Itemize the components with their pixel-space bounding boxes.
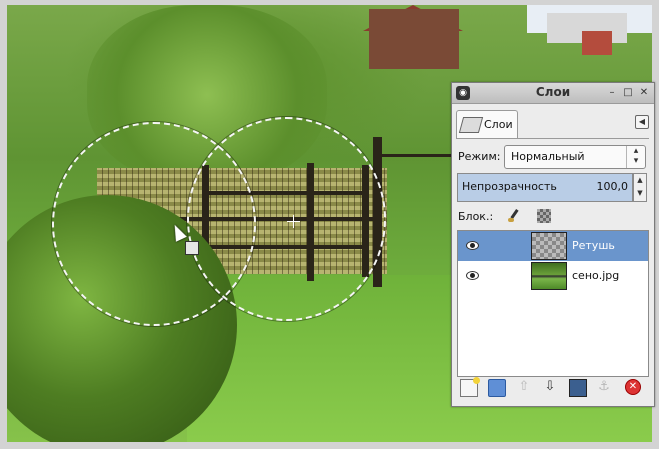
window-frame: ◉ Слои – □ ✕ Слои ◀ Режим: Нормальный ▴ ▾… [0,0,659,449]
layer-thumbnail [531,262,567,290]
layers-dialog: ◉ Слои – □ ✕ Слои ◀ Режим: Нормальный ▴ ▾… [451,82,655,407]
raise-layer-icon[interactable]: ⇧ [516,379,532,395]
updown-arrow-icon: ▴ ▾ [626,146,645,168]
crosshair-icon [287,215,300,228]
opacity-spinner[interactable]: ▲ ▼ [633,173,647,202]
lower-layer-icon[interactable]: ⇩ [542,379,558,395]
maximize-icon[interactable]: □ [622,86,634,99]
house [369,9,459,69]
minimize-icon[interactable]: – [606,86,618,99]
mode-select[interactable]: Нормальный ▴ ▾ [504,145,646,169]
layer-name: сено.jpg [572,269,620,282]
dialog-titlebar[interactable]: ◉ Слои – □ ✕ [452,83,654,104]
duplicate-layer-icon[interactable] [569,379,587,397]
new-layer-group-icon[interactable] [488,379,506,397]
opacity-value: 100,0 [596,180,629,193]
fence-rail [382,154,452,157]
tab-layers-label: Слои [484,118,513,131]
lock-label: Блок.: [458,210,494,223]
layer-thumbnail [531,232,567,260]
new-layer-icon[interactable] [460,377,480,397]
delete-layer-icon[interactable]: ✕ [625,379,641,395]
mode-label: Режим: [458,150,501,163]
lock-alpha-icon[interactable] [537,209,551,223]
eye-icon[interactable] [466,271,479,280]
tab-divider [456,138,649,139]
anchor-layer-icon[interactable]: ⚓ [596,379,612,395]
tab-menu-icon[interactable]: ◀ [635,115,649,129]
layers-list: Ретушь сено.jpg [457,230,649,377]
house-right-red [582,31,612,55]
lock-pixels-brush-icon[interactable] [507,209,521,223]
mode-value: Нормальный [511,150,585,163]
layers-icon [458,117,484,133]
layer-name: Ретушь [572,239,615,252]
eye-icon[interactable] [466,241,479,250]
close-icon[interactable]: ✕ [638,86,650,99]
opacity-slider[interactable]: Непрозрачность 100,0 [457,173,633,202]
opacity-label: Непрозрачность [462,180,557,193]
layer-row[interactable]: сено.jpg [458,261,648,291]
layer-row[interactable]: Ретушь [458,231,648,261]
clone-stamp-icon [185,241,199,255]
tab-layers[interactable]: Слои [456,110,518,139]
